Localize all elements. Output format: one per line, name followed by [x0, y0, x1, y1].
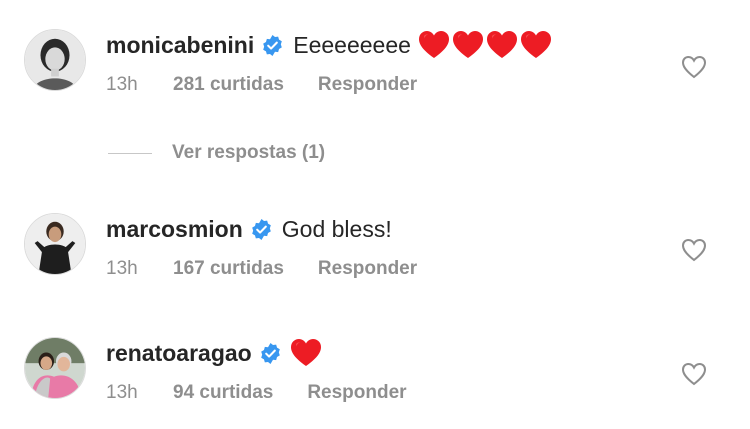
- comment-timestamp[interactable]: 13h: [106, 258, 173, 280]
- verified-badge-icon: [261, 34, 284, 57]
- avatar[interactable]: [24, 29, 86, 91]
- red-heart-emoji-icon: [520, 31, 551, 58]
- view-replies-label: Ver respostas (1): [172, 142, 326, 163]
- comment-timestamp[interactable]: 13h: [106, 74, 173, 96]
- red-heart-emoji-icon: [418, 31, 449, 58]
- username-link[interactable]: renatoaragao: [106, 340, 252, 367]
- reply-button[interactable]: Responder: [318, 258, 417, 280]
- heart-outline-icon: [681, 55, 707, 79]
- avatar[interactable]: [24, 337, 86, 399]
- like-button[interactable]: [681, 55, 707, 79]
- verified-badge-icon: [250, 218, 273, 241]
- red-heart-emoji-icon: [290, 339, 321, 366]
- comment-text: God bless!: [281, 215, 392, 242]
- reply-button[interactable]: Responder: [307, 382, 406, 404]
- avatar[interactable]: [24, 213, 86, 275]
- heart-outline-icon: [681, 238, 707, 262]
- reply-button[interactable]: Responder: [318, 74, 417, 96]
- likes-count[interactable]: 167 curtidas: [173, 258, 284, 280]
- divider: [108, 152, 152, 154]
- comment-text: Eeeeeeeee: [293, 31, 411, 58]
- view-replies-button[interactable]: Ver respostas (1): [108, 142, 325, 164]
- like-button[interactable]: [681, 362, 707, 386]
- heart-emoji-group: [290, 339, 325, 367]
- verified-badge-icon: [259, 342, 282, 365]
- heart-outline-icon: [681, 362, 707, 386]
- red-heart-emoji-icon: [486, 31, 517, 58]
- username-link[interactable]: monicabenini: [106, 32, 254, 59]
- heart-emoji-group: [418, 31, 555, 59]
- red-heart-emoji-icon: [452, 31, 483, 58]
- likes-count[interactable]: 281 curtidas: [173, 74, 284, 96]
- like-button[interactable]: [681, 238, 707, 262]
- username-link[interactable]: marcosmion: [106, 216, 243, 243]
- likes-count[interactable]: 94 curtidas: [173, 382, 273, 404]
- comment-timestamp[interactable]: 13h: [106, 382, 173, 404]
